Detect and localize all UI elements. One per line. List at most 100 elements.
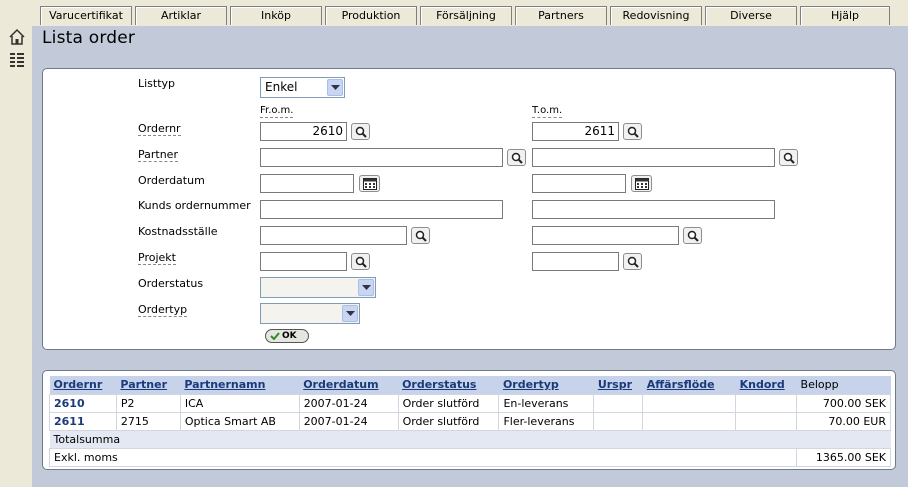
ordernr-to-input[interactable]: 2611 xyxy=(532,122,619,141)
from-label: Fr.o.m. xyxy=(260,105,294,118)
table-row: 2611 2715 Optica Smart AB 2007-01-24 Ord… xyxy=(49,411,891,431)
totalsumma-label: Totalsumma xyxy=(49,429,891,449)
cell-urspr xyxy=(593,393,644,413)
projekt-to-search-button[interactable] xyxy=(623,253,642,270)
magnifier-icon xyxy=(687,230,699,242)
cell-belopp: 70.00 EUR xyxy=(796,411,891,431)
table-row: 2610 P2 ICA 2007-01-24 Order slutförd En… xyxy=(49,393,891,413)
kostnadsstalle-to-search-button[interactable] xyxy=(683,227,702,244)
column-header-partner[interactable]: Partner xyxy=(116,376,181,394)
kunds-ordernummer-from-input[interactable] xyxy=(260,200,503,219)
kostnadsstalle-from-search-button[interactable] xyxy=(411,227,430,244)
filter-panel: Listtyp Enkel Fr.o.m. T.o.m. Ordernr 261… xyxy=(42,68,896,350)
tab-varucertifikat[interactable]: Varucertifikat xyxy=(40,6,132,25)
cell-belopp: 700.00 SEK xyxy=(796,393,891,413)
ordernr-label: Ordernr xyxy=(138,122,181,136)
projekt-label: Projekt xyxy=(138,251,176,265)
tab-redovisning[interactable]: Redovisning xyxy=(610,6,702,25)
magnifier-icon xyxy=(415,230,427,242)
column-header-urspr[interactable]: Urspr xyxy=(593,376,643,394)
home-icon[interactable] xyxy=(8,28,26,46)
orderdatum-from-calendar-button[interactable] xyxy=(359,175,380,192)
tab-produktion[interactable]: Produktion xyxy=(325,6,417,25)
cell-kndord xyxy=(735,393,798,413)
partner-from-input[interactable] xyxy=(260,148,503,167)
exkl-moms-value: 1365.00 SEK xyxy=(796,447,891,467)
calendar-icon xyxy=(635,178,649,190)
cell-orderdatum: 2007-01-24 xyxy=(298,393,399,413)
column-header-ordernr[interactable]: Ordernr xyxy=(49,376,117,394)
magnifier-icon xyxy=(355,256,367,268)
partner-to-search-button[interactable] xyxy=(779,149,798,166)
orderdatum-label: Orderdatum xyxy=(138,174,205,187)
cell-orderdatum: 2007-01-24 xyxy=(298,411,399,431)
exkl-moms-row: Exkl. moms 1365.00 SEK xyxy=(48,447,891,467)
ordertyp-select[interactable] xyxy=(260,303,360,324)
orderdatum-to-calendar-button[interactable] xyxy=(631,175,652,192)
kostnadsstalle-label: Kostnadsställe xyxy=(138,225,218,238)
magnifier-icon xyxy=(627,126,639,138)
orderdatum-to-input[interactable] xyxy=(532,174,626,193)
projekt-from-search-button[interactable] xyxy=(351,253,370,270)
column-header-orderstatus[interactable]: Orderstatus xyxy=(398,376,499,394)
column-header-kndord[interactable]: Kndord xyxy=(735,376,797,394)
exkl-moms-label: Exkl. moms xyxy=(48,447,798,467)
ordertyp-label: Ordertyp xyxy=(138,303,188,317)
ordernr-from-input[interactable]: 2610 xyxy=(260,122,347,141)
cell-affarsflode xyxy=(642,411,737,431)
calendar-icon xyxy=(363,178,377,190)
column-header-orderdatum[interactable]: Orderdatum xyxy=(299,376,399,394)
magnifier-icon xyxy=(355,126,367,138)
column-header-affarsflode[interactable]: Affärsflöde xyxy=(642,376,736,394)
cell-partnernamn: ICA xyxy=(179,393,300,413)
order-link[interactable]: 2610 xyxy=(54,397,85,410)
partner-from-search-button[interactable] xyxy=(507,149,526,166)
cell-orderstatus: Order slutförd xyxy=(397,411,500,431)
kunds-ordernummer-label: Kunds ordernummer xyxy=(138,199,251,212)
cell-ordertyp: En-leverans xyxy=(498,393,595,413)
magnifier-icon xyxy=(783,152,795,164)
cell-ordertyp: Fler-leverans xyxy=(498,411,595,431)
partner-label: Partner xyxy=(138,148,178,162)
ok-button[interactable]: OK xyxy=(265,329,309,343)
tab-forsaljning[interactable]: Försäljning xyxy=(420,6,512,25)
orderstatus-label: Orderstatus xyxy=(138,277,204,290)
kunds-ordernummer-to-input[interactable] xyxy=(532,200,775,219)
results-panel: Ordernr Partner Partnernamn Orderdatum O… xyxy=(42,370,896,470)
page-title: Lista order xyxy=(42,28,136,48)
main-menu-tabs: Varucertifikat Artiklar Inköp Produktion… xyxy=(0,0,908,26)
magnifier-icon xyxy=(511,152,523,164)
partner-to-input[interactable] xyxy=(532,148,775,167)
projekt-from-input[interactable] xyxy=(260,252,347,271)
cell-partner: P2 xyxy=(115,393,181,413)
tab-partners[interactable]: Partners xyxy=(515,6,607,25)
cell-affarsflode xyxy=(642,393,737,413)
tab-artiklar[interactable]: Artiklar xyxy=(135,6,227,25)
ordernr-to-search-button[interactable] xyxy=(623,123,642,140)
listtyp-select[interactable]: Enkel xyxy=(260,77,345,98)
orderstatus-select[interactable] xyxy=(260,277,376,298)
list-icon[interactable] xyxy=(8,50,26,68)
orderdatum-from-input[interactable] xyxy=(260,174,354,193)
cell-partner: 2715 xyxy=(115,411,181,431)
kostnadsstalle-from-input[interactable] xyxy=(260,226,407,245)
cell-urspr xyxy=(593,411,644,431)
column-header-ordertyp[interactable]: Ordertyp xyxy=(498,376,594,394)
cell-orderstatus: Order slutförd xyxy=(397,393,500,413)
order-table: Ordernr Partner Partnernamn Orderdatum O… xyxy=(48,376,891,467)
tab-hjalp[interactable]: Hjälp xyxy=(800,6,890,25)
ordernr-from-search-button[interactable] xyxy=(351,123,370,140)
order-link[interactable]: 2611 xyxy=(54,415,85,428)
magnifier-icon xyxy=(627,256,639,268)
tab-inkop[interactable]: Inköp xyxy=(230,6,322,25)
checkmark-icon xyxy=(270,332,280,340)
projekt-to-input[interactable] xyxy=(532,252,619,271)
left-toolbar xyxy=(0,26,32,487)
cell-kndord xyxy=(735,411,798,431)
tab-diverse[interactable]: Diverse xyxy=(705,6,797,25)
to-label: T.o.m. xyxy=(532,105,563,118)
listtyp-label: Listtyp xyxy=(138,77,176,90)
kostnadsstalle-to-input[interactable] xyxy=(532,226,679,245)
column-header-partnernamn[interactable]: Partnernamn xyxy=(180,376,300,394)
totalsumma-row: Totalsumma xyxy=(49,429,891,449)
